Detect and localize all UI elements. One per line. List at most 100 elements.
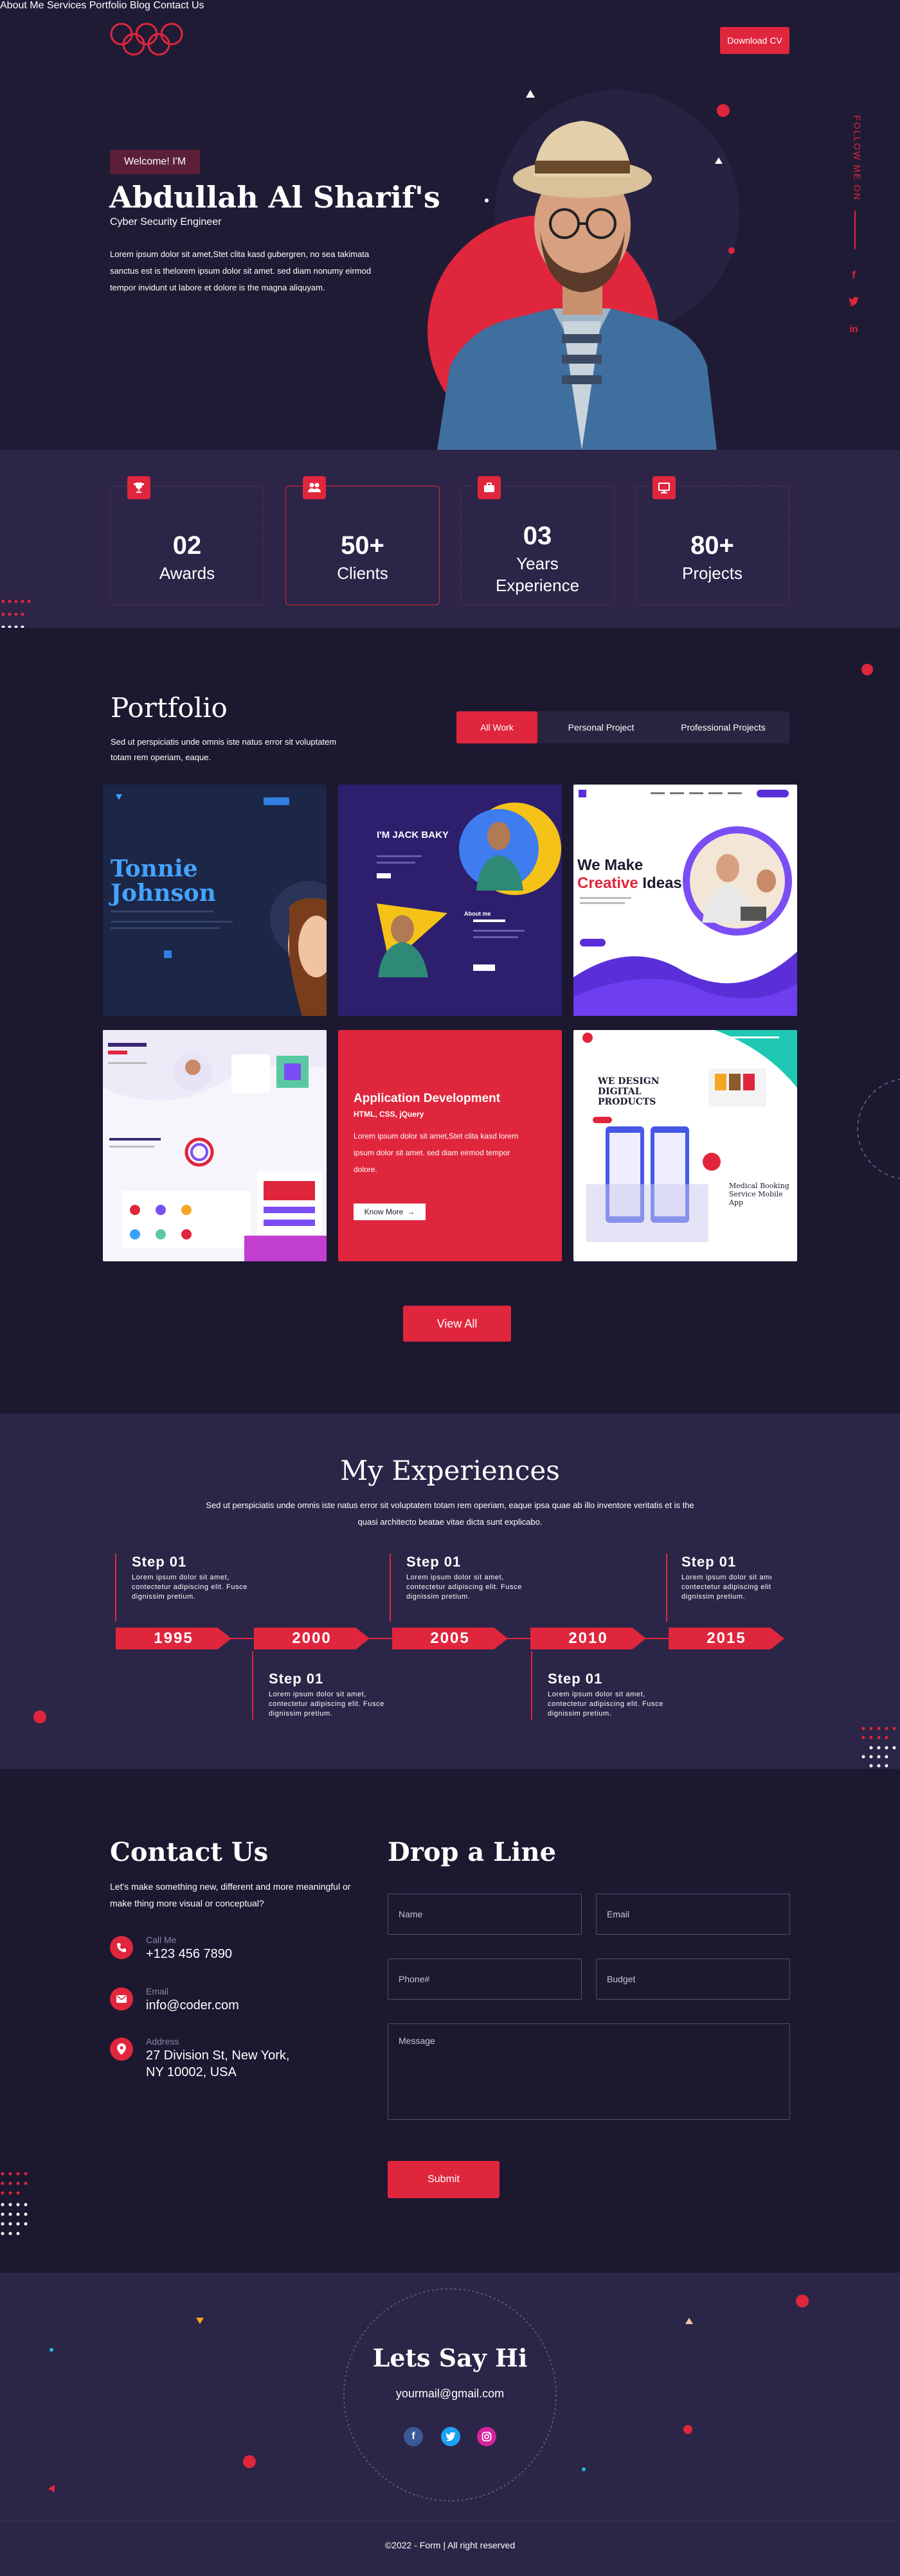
year-marker: 2015 bbox=[669, 1628, 784, 1649]
message-field[interactable]: Message bbox=[388, 2023, 790, 2120]
contact-value[interactable]: +123 456 7890 bbox=[146, 1946, 232, 1962]
step-title: Step 01 bbox=[406, 1554, 462, 1570]
main-nav: About Me Services Portfolio Blog Contact… bbox=[0, 0, 900, 12]
timeline-step: Step 01 Lorem ipsum dolor sit amet, cont… bbox=[531, 1651, 676, 1719]
card-text-line bbox=[111, 921, 233, 923]
users-icon bbox=[303, 476, 326, 499]
step-text: Lorem ipsum dolor sit amet, contectetur … bbox=[406, 1574, 522, 1601]
decor-dot bbox=[33, 1710, 46, 1723]
phone-icon bbox=[110, 1936, 133, 1959]
stat-number: 02 bbox=[172, 531, 202, 560]
card-subheading: HTML, CSS, jQuery bbox=[354, 1110, 424, 1119]
decor-dot bbox=[861, 664, 873, 675]
mail-icon bbox=[110, 1987, 133, 2011]
portfolio-card[interactable]: I'M JACK BAKY About me bbox=[338, 785, 562, 1016]
twitter-icon[interactable] bbox=[441, 2427, 460, 2446]
stat-label: Projects bbox=[682, 564, 742, 583]
nav-about[interactable]: About Me bbox=[0, 0, 44, 11]
nav-services[interactable]: Services bbox=[47, 0, 86, 11]
submit-button[interactable]: Submit bbox=[388, 2161, 500, 2198]
step-text: Lorem ipsum dolor sit amet, contectetur … bbox=[269, 1691, 384, 1718]
timeline-connector bbox=[666, 1554, 667, 1622]
know-more-label: Know More bbox=[364, 1207, 404, 1216]
portfolio-desc: Sed ut perspiciatis unde omnis iste natu… bbox=[111, 737, 337, 762]
follow-me: FOLLOW ME ON bbox=[845, 114, 865, 249]
budget-field[interactable]: Budget bbox=[596, 1959, 790, 2000]
year-marker: 2010 bbox=[530, 1628, 646, 1649]
timeline-connector bbox=[390, 1554, 391, 1622]
copyright: ©2022 - Form | All right reserved bbox=[384, 2540, 516, 2550]
step-text: Lorem ipsum dolor sit amet, contectetur … bbox=[132, 1574, 248, 1601]
hero-portrait bbox=[428, 90, 739, 450]
step-title: Step 01 bbox=[548, 1671, 603, 1687]
view-all-button[interactable]: View All bbox=[403, 1306, 511, 1342]
arrow-right-icon: → bbox=[407, 1207, 415, 1216]
contact-desc: Let's make something new, different and … bbox=[110, 1881, 351, 1908]
footer-email[interactable]: yourmail@gmail.com bbox=[0, 2387, 900, 2401]
nav-contact[interactable]: Contact Us bbox=[153, 0, 204, 11]
portfolio-card[interactable]: Tonnie Johnson bbox=[103, 785, 327, 1016]
card-heading: We Make Creative Ideas bbox=[577, 857, 706, 893]
nav-portfolio[interactable]: Portfolio bbox=[89, 0, 127, 11]
portfolio-card[interactable]: WE DESIGN DIGITAL PRODUCTS Medical Booki… bbox=[573, 1030, 797, 1261]
step-text: Lorem ipsum dolor sit amet, contectetur … bbox=[548, 1691, 663, 1718]
stat-label: Clients bbox=[337, 564, 388, 583]
twitter-icon[interactable] bbox=[848, 297, 860, 308]
follow-label: FOLLOW ME ON bbox=[852, 115, 863, 201]
portfolio-card[interactable]: Application Development HTML, CSS, jQuer… bbox=[338, 1030, 562, 1261]
stat-clients: 50+ Clients bbox=[285, 476, 440, 605]
contact-title: Contact Us bbox=[110, 1837, 269, 1867]
footer-title: Lets Say Hi bbox=[372, 2343, 528, 2372]
card-text-line bbox=[111, 910, 213, 912]
timeline-step: Step 01 Lorem ipsum dolor sit amet, cont… bbox=[681, 1554, 771, 1602]
experiences-desc: Sed ut perspiciatis unde omnis iste natu… bbox=[206, 1500, 694, 1527]
card-heading: I'M JACK BAKY bbox=[377, 830, 449, 840]
stats-section: 02 Awards 50+ Clients 03 Years Experienc… bbox=[0, 450, 900, 652]
card-desc: Lorem ipsum dolor sit amet,Stet clita ka… bbox=[354, 1132, 519, 1174]
card-text-line bbox=[111, 927, 220, 929]
card-heading: Application Development bbox=[354, 1092, 501, 1105]
card-heading-a: We Make bbox=[577, 857, 644, 874]
olympic-rings-logo[interactable] bbox=[109, 22, 184, 57]
facebook-icon[interactable]: f bbox=[404, 2427, 423, 2446]
hero-section: About Me Services Portfolio Blog Contact… bbox=[0, 0, 900, 450]
hero-intro: Lorem ipsum dolor sit amet,Stet clita ka… bbox=[110, 249, 372, 292]
timeline-step: Step 01 Lorem ipsum dolor sit amet, cont… bbox=[252, 1651, 397, 1719]
know-more-button[interactable]: Know More → bbox=[354, 1204, 426, 1220]
phone-field[interactable]: Phone# bbox=[388, 1959, 582, 2000]
monitor-icon bbox=[652, 476, 676, 499]
portfolio-card[interactable] bbox=[103, 1030, 327, 1261]
follow-divider bbox=[854, 211, 856, 249]
contact-caption: Call Me bbox=[146, 1935, 177, 1945]
timeline-step: Step 01 Lorem ipsum dolor sit amet, cont… bbox=[115, 1554, 260, 1622]
stat-projects: 80+ Projects bbox=[635, 476, 789, 605]
dashed-circle-decor bbox=[857, 1079, 900, 1179]
portfolio-card[interactable]: We Make Creative Ideas bbox=[573, 785, 797, 1016]
download-cv-button[interactable]: Download CV bbox=[720, 27, 789, 54]
contact-value[interactable]: info@coder.com bbox=[146, 1997, 239, 2014]
linkedin-icon[interactable]: in bbox=[848, 324, 860, 335]
footer-decor bbox=[0, 2288, 900, 2521]
tab-personal[interactable]: Personal Project bbox=[553, 711, 649, 743]
footer-section: Lets Say Hi yourmail@gmail.com f ©2022 -… bbox=[0, 2273, 900, 2576]
nav-blog[interactable]: Blog bbox=[130, 0, 150, 11]
email-field[interactable]: Email bbox=[596, 1894, 790, 1935]
card-artwork bbox=[103, 1030, 327, 1261]
name-field[interactable]: Name bbox=[388, 1894, 582, 1935]
stat-awards: 02 Awards bbox=[110, 476, 264, 605]
step-text: Lorem ipsum dolor sit amet, contectetur … bbox=[681, 1574, 771, 1601]
card-name: Tonnie Johnson bbox=[111, 855, 216, 907]
card-artwork bbox=[377, 803, 561, 977]
facebook-icon[interactable]: f bbox=[848, 270, 860, 281]
stat-number: 50+ bbox=[341, 531, 384, 560]
portfolio-title: Portfolio bbox=[111, 692, 228, 724]
card-chip bbox=[164, 950, 172, 958]
timeline-connector bbox=[531, 1651, 532, 1719]
stat-number: 80+ bbox=[690, 531, 734, 560]
year-marker: 2000 bbox=[254, 1628, 370, 1649]
card-heading-b: Creative bbox=[577, 875, 638, 892]
tab-professional[interactable]: Professional Projects bbox=[662, 711, 784, 743]
tab-all-work[interactable]: All Work bbox=[456, 711, 537, 743]
card-subheading: Medical Booking Service Mobile App bbox=[729, 1182, 789, 1207]
instagram-icon[interactable] bbox=[477, 2427, 496, 2446]
